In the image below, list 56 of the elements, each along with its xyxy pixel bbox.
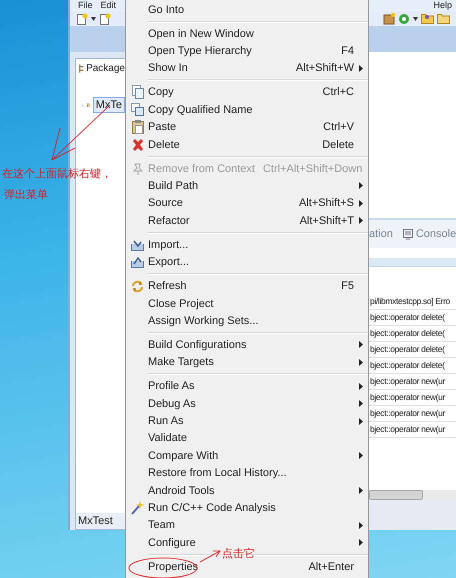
new-file-icon[interactable] — [76, 12, 88, 24]
menu-bar-item[interactable]: Edit — [100, 0, 116, 11]
two-pages-icon — [132, 85, 144, 100]
delete-icon — [132, 138, 144, 151]
annotation-text: 在这个上面鼠标右键， — [2, 166, 112, 181]
menu-item[interactable]: Run C/C++ Code Analysis — [126, 499, 368, 517]
menu-bar-item[interactable]: File — [78, 0, 93, 11]
menu-item[interactable]: Open Type Hierarchy F4 — [126, 42, 368, 60]
annotation-text: 点击它 — [222, 546, 255, 561]
menu-item[interactable]: Copy Qualified Name — [126, 101, 368, 119]
pointer-arrow — [200, 550, 221, 562]
menu-item[interactable]: Refactor Alt+Shift+T — [126, 212, 368, 230]
wand-icon — [131, 501, 144, 515]
package-icon[interactable] — [383, 12, 395, 24]
clipboard-icon — [132, 120, 144, 134]
menu-item[interactable]: Source Alt+Shift+S — [126, 194, 368, 212]
menu-item[interactable]: Import... — [126, 236, 368, 254]
menu-item[interactable]: Validate — [126, 430, 368, 448]
menu-item[interactable]: Close Project — [126, 294, 368, 312]
annotation-text: 弹出菜单 — [4, 188, 48, 202]
menu-bar-item[interactable]: Help — [433, 0, 452, 11]
view-tab[interactable]: Package — [86, 62, 125, 74]
menu-item[interactable]: Copy Ctrl+C — [126, 84, 368, 102]
menu-item[interactable]: Delete Delete — [126, 136, 368, 154]
menu-item[interactable]: Refresh F5 — [126, 277, 368, 295]
caret-icon[interactable] — [91, 16, 96, 20]
menu-item[interactable]: Paste Ctrl+V — [126, 118, 368, 136]
tray-arrow-icon — [131, 238, 144, 251]
caret-icon[interactable] — [413, 16, 418, 20]
console-icon — [402, 228, 413, 240]
folder-icon[interactable] — [437, 13, 450, 24]
new-file-icon[interactable] — [99, 12, 111, 24]
menu-item[interactable]: Build Path — [126, 177, 368, 195]
menu-item[interactable]: Restore from Local History... — [126, 464, 368, 482]
tree-item[interactable]: MxTe — [92, 97, 125, 113]
pages-icon — [131, 103, 144, 116]
tray-arrow-icon — [131, 256, 144, 268]
menu-item[interactable]: Make Targets — [126, 354, 368, 371]
folder-icon[interactable] — [421, 13, 434, 24]
menu-item[interactable]: Team — [126, 516, 368, 534]
menu-item[interactable]: Open in New Window — [126, 24, 368, 42]
menu-item[interactable]: Android Tools — [126, 482, 368, 500]
scrollbar-thumb[interactable] — [369, 490, 423, 500]
menu-item[interactable]: Go Into — [126, 1, 368, 18]
menu-item[interactable]: Export... — [126, 253, 368, 271]
pin-icon — [132, 162, 144, 175]
menu-item[interactable]: Assign Working Sets... — [126, 312, 368, 330]
menu-item[interactable]: Run As — [126, 412, 368, 430]
status-text: MxTest — [76, 513, 125, 529]
menu-item[interactable]: Show In Alt+Shift+W — [126, 60, 368, 78]
package-explorer-icon — [79, 62, 84, 74]
menu-item[interactable]: Debug As — [126, 394, 368, 412]
menu-item[interactable]: Build Configurations — [126, 336, 368, 354]
refresh-icon — [131, 280, 144, 293]
menu-item[interactable]: Profile As — [126, 378, 368, 395]
menu-item[interactable]: Compare With — [126, 447, 368, 465]
